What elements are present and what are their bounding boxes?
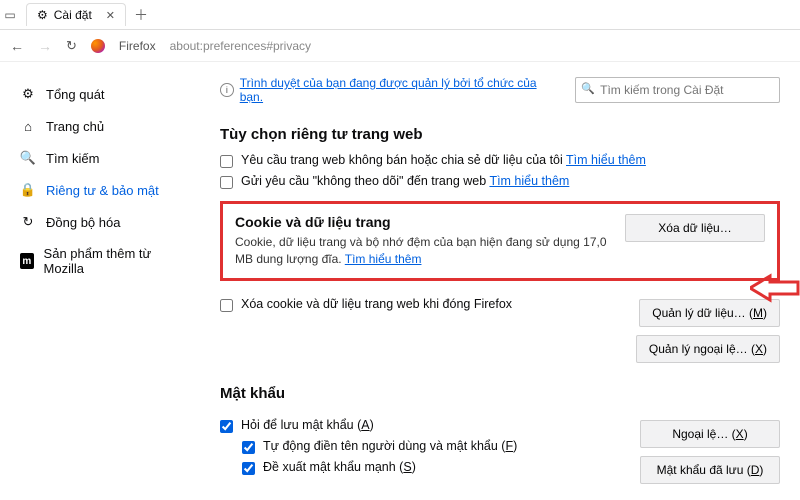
sidebar-item-label: Tìm kiếm [46, 151, 99, 166]
tab-title: Cài đặt [54, 8, 92, 22]
sidebar-item-label: Sản phẩm thêm từ Mozilla [44, 246, 172, 276]
sidebar-item-label: Riêng tư & bảo mật [46, 183, 159, 198]
settings-search-input[interactable] [575, 77, 780, 103]
cookie-section-highlight: Cookie và dữ liệu trang Cookie, dữ liệu … [220, 201, 780, 281]
sidebar-item-label: Trang chủ [46, 119, 104, 134]
checkbox[interactable] [242, 462, 255, 475]
opt-label: Hỏi để lưu mật khẩu (A) [241, 418, 374, 432]
opt-suggest-strong[interactable]: Đề xuất mật khẩu mạnh (S) [242, 460, 626, 475]
section-title-cookies: Cookie và dữ liệu trang [235, 214, 611, 230]
clear-data-button[interactable]: Xóa dữ liệu… [625, 214, 765, 242]
sidebar-item-label: Đồng bộ hóa [46, 215, 120, 230]
opt-clear-on-close[interactable]: Xóa cookie và dữ liệu trang web khi đóng… [220, 297, 622, 312]
back-button[interactable]: ← [10, 38, 24, 54]
firefox-logo-icon [91, 39, 105, 53]
settings-search: 🔍 [575, 77, 780, 103]
checkbox[interactable] [220, 176, 233, 189]
opt-label: Đề xuất mật khẩu mạnh (S) [263, 460, 416, 474]
opt-do-not-track[interactable]: Gửi yêu cầu "không theo dõi" đến trang w… [220, 174, 780, 189]
checkbox[interactable] [220, 420, 233, 433]
search-icon: 🔍 [20, 150, 36, 166]
main-pane: i Trình duyệt của bạn đang được quản lý … [180, 62, 800, 500]
window-menu-icon[interactable]: ▭ [0, 8, 20, 22]
sidebar-item-home[interactable]: ⌂ Trang chủ [12, 110, 180, 142]
opt-do-not-sell[interactable]: Yêu cầu trang web không bán hoặc chia sẻ… [220, 153, 780, 168]
learn-more-link[interactable]: Tìm hiểu thêm [345, 252, 422, 266]
opt-ask-save-passwords[interactable]: Hỏi để lưu mật khẩu (A) [220, 418, 626, 433]
gear-icon: ⚙ [37, 8, 48, 22]
reload-button[interactable]: ↻ [66, 38, 77, 54]
browser-tab[interactable]: ⚙ Cài đặt ✕ [26, 3, 126, 26]
url-product: Firefox [119, 39, 156, 53]
checkbox[interactable] [242, 441, 255, 454]
sidebar-item-general[interactable]: ⚙ Tổng quát [12, 78, 180, 110]
learn-more-link[interactable]: Tìm hiểu thêm [566, 153, 646, 167]
section-title-web-privacy: Tùy chọn riêng tư trang web [220, 126, 780, 143]
new-tab-button[interactable]: ＋ [134, 5, 148, 25]
forward-button[interactable]: → [38, 38, 52, 54]
mozilla-badge-icon: m [20, 253, 34, 269]
opt-label: Gửi yêu cầu "không theo dõi" đến trang w… [241, 174, 486, 188]
sidebar-item-mozilla[interactable]: m Sản phẩm thêm từ Mozilla [12, 238, 180, 284]
url-path[interactable]: about:preferences#privacy [170, 39, 311, 53]
sidebar-item-label: Tổng quát [46, 87, 105, 102]
saved-passwords-button[interactable]: Mật khẩu đã lưu (D) [640, 456, 780, 484]
info-icon: i [220, 83, 234, 97]
password-exceptions-button[interactable]: Ngoại lệ… (X) [640, 420, 780, 448]
opt-autofill[interactable]: Tự động điền tên người dùng và mật khẩu … [242, 439, 626, 454]
sidebar-item-search[interactable]: 🔍 Tìm kiếm [12, 142, 180, 174]
search-icon: 🔍 [581, 82, 595, 95]
close-icon[interactable]: ✕ [106, 9, 115, 22]
managed-notice-link[interactable]: Trình duyệt của bạn đang được quản lý bở… [240, 76, 555, 104]
managed-notice: i Trình duyệt của bạn đang được quản lý … [220, 76, 555, 104]
sidebar: ⚙ Tổng quát ⌂ Trang chủ 🔍 Tìm kiếm 🔒 Riê… [0, 62, 180, 500]
checkbox[interactable] [220, 299, 233, 312]
sync-icon: ↻ [20, 214, 36, 230]
titlebar: ▭ ⚙ Cài đặt ✕ ＋ [0, 0, 800, 30]
sidebar-item-privacy[interactable]: 🔒 Riêng tư & bảo mật [12, 174, 180, 206]
home-icon: ⌂ [20, 118, 36, 134]
learn-more-link[interactable]: Tìm hiểu thêm [489, 174, 569, 188]
toolbar: ← → ↻ Firefox about:preferences#privacy [0, 30, 800, 62]
gear-icon: ⚙ [20, 86, 36, 102]
annotation-arrow-icon [750, 272, 800, 304]
opt-label: Tự động điền tên người dùng và mật khẩu … [263, 439, 517, 453]
lock-icon: 🔒 [20, 182, 36, 198]
opt-label: Xóa cookie và dữ liệu trang web khi đóng… [241, 297, 512, 311]
manage-exceptions-button[interactable]: Quản lý ngoại lệ… (X) [636, 335, 780, 363]
section-title-passwords: Mật khẩu [220, 385, 780, 402]
cookie-usage-desc: Cookie, dữ liệu trang và bộ nhớ đệm của … [235, 234, 611, 268]
sidebar-item-sync[interactable]: ↻ Đồng bộ hóa [12, 206, 180, 238]
opt-label: Yêu cầu trang web không bán hoặc chia sẻ… [241, 153, 563, 167]
checkbox[interactable] [220, 155, 233, 168]
